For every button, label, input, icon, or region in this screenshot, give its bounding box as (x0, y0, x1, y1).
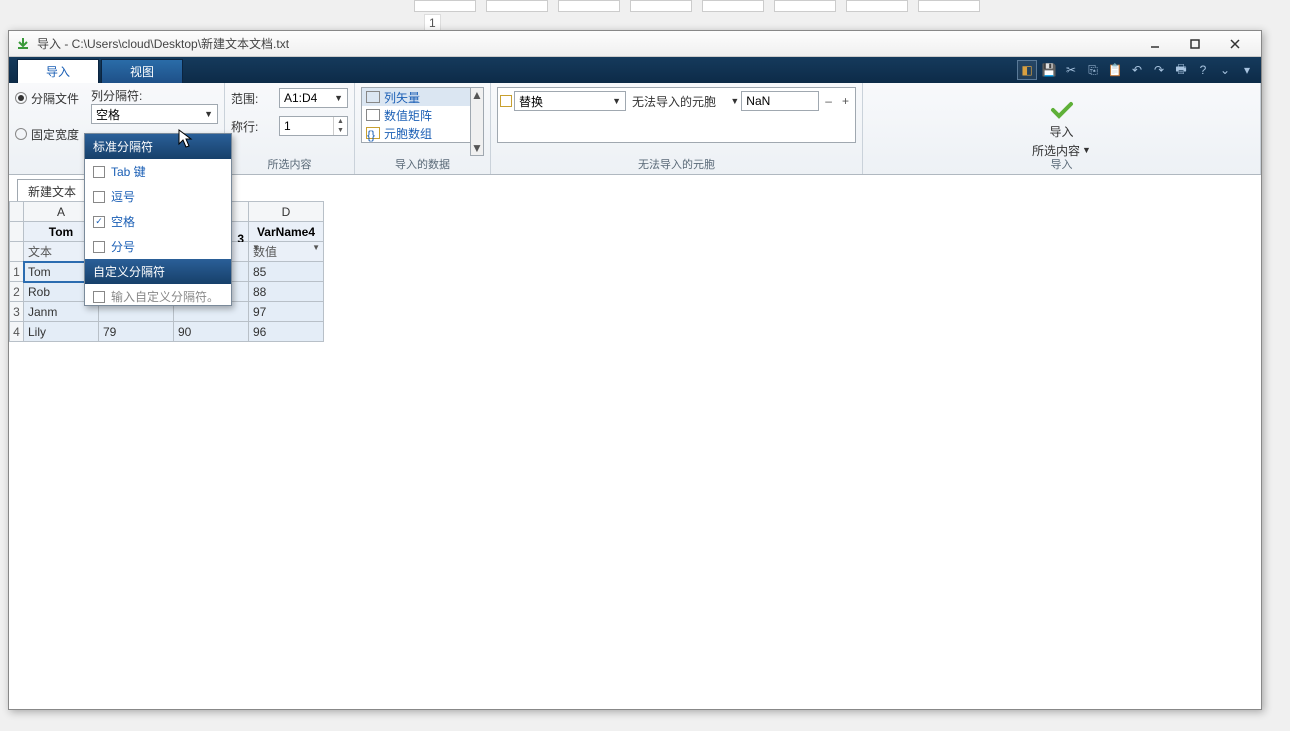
col-delim-label: 列分隔符: (91, 87, 218, 104)
chevron-down-icon[interactable]: ▼ (730, 96, 739, 106)
cell-D1[interactable]: 85 (249, 262, 324, 282)
checkbox-icon (93, 291, 105, 303)
delim-option-custom-check[interactable]: 输入自定义分隔符。 (85, 284, 231, 305)
ribbon-group-output-type: 列矢量 数值矩阵 {}元胞数组 ▲▼ 导入的数据 (355, 83, 491, 174)
tab-import[interactable]: 导入 (17, 59, 99, 83)
numeric-matrix-icon (366, 109, 380, 121)
group-label-output: 导入的数据 (355, 156, 490, 172)
paste-icon[interactable]: 📋 (1105, 60, 1125, 80)
row-header-3[interactable]: 3 (10, 302, 24, 322)
output-type-cell-array[interactable]: {}元胞数组 (362, 124, 483, 142)
output-type-numeric-matrix[interactable]: 数值矩阵 (362, 106, 483, 124)
tab-view[interactable]: 视图 (101, 59, 183, 83)
delimiter-dropdown-menu: 标准分隔符 Tab 键 逗号 ✓空格 分号 自定义分隔符 输入自定义分隔符。 (84, 133, 232, 306)
col-delim-value: 空格 (96, 106, 120, 123)
type-D[interactable]: ▼数值▼ (249, 242, 324, 262)
chevron-down-icon: ▼ (1082, 145, 1091, 155)
rule-icon (500, 95, 512, 107)
titlebar: 导入 - C:\Users\cloud\Desktop\新建文本文档.txt (9, 31, 1261, 57)
cell-D3[interactable]: 97 (249, 302, 324, 322)
namerow-label: 称行: (231, 118, 271, 135)
checkbox-icon (93, 241, 105, 253)
rule-remove-button[interactable]: – (821, 94, 836, 108)
qat-icon-1[interactable]: ◧ (1017, 60, 1037, 80)
output-type-list[interactable]: 列矢量 数值矩阵 {}元胞数组 (361, 87, 484, 143)
delim-option-semicolon[interactable]: 分号 (85, 234, 231, 259)
window-title: 导入 - C:\Users\cloud\Desktop\新建文本文档.txt (37, 35, 289, 52)
radio-fixedwidth-label: 固定宽度 (31, 126, 79, 143)
rule-add-button[interactable]: + (838, 94, 853, 108)
import-button[interactable]: 导入 所选内容▼ (1032, 99, 1091, 159)
output-type-scrollbar[interactable]: ▲▼ (470, 87, 484, 156)
chevron-down-icon: ▼ (204, 109, 213, 119)
cell-B4[interactable]: 79 (99, 322, 174, 342)
cell-A4[interactable]: Lily (24, 322, 99, 342)
checkbox-icon: ✓ (93, 216, 105, 228)
varname-D[interactable]: VarName4 (249, 222, 324, 242)
close-button[interactable] (1215, 32, 1255, 56)
group-label-selection: 所选内容 (225, 156, 354, 172)
check-icon (1048, 99, 1076, 121)
save-icon[interactable]: 💾 (1039, 60, 1059, 80)
import-window: 导入 - C:\Users\cloud\Desktop\新建文本文档.txt 导… (8, 30, 1262, 710)
cut-icon[interactable]: ✂ (1061, 60, 1081, 80)
import-icon (15, 36, 31, 52)
radio-delimited[interactable] (15, 92, 27, 104)
row-header-4[interactable]: 4 (10, 322, 24, 342)
group-label-unimportable: 无法导入的元胞 (491, 156, 862, 172)
rule-value-input[interactable]: NaN (741, 91, 819, 111)
radio-delimited-label: 分隔文件 (31, 90, 79, 107)
grid-corner (10, 202, 24, 222)
minimize-ribbon-icon[interactable]: ⌄ (1215, 60, 1235, 80)
cell-array-icon: {} (366, 127, 380, 139)
col-delim-dropdown[interactable]: 空格 ▼ (91, 104, 218, 124)
row-header-1[interactable]: 1 (10, 262, 24, 282)
print-icon[interactable]: 🖶 (1171, 60, 1191, 80)
delim-option-comma[interactable]: 逗号 (85, 184, 231, 209)
col-header-D[interactable]: D (249, 202, 324, 222)
rule-action-dropdown[interactable]: 替换▼ (514, 91, 626, 111)
radio-fixedwidth[interactable] (15, 128, 27, 140)
dock-icon[interactable]: ▾ (1237, 60, 1257, 80)
row-header-2[interactable]: 2 (10, 282, 24, 302)
checkbox-icon (93, 191, 105, 203)
redo-icon[interactable]: ↷ (1149, 60, 1169, 80)
namerow-input[interactable]: 1 ▲▼ (279, 116, 348, 136)
ribbon-tabstrip: 导入 视图 ◧ 💾 ✂ ⎘ 📋 ↶ ↷ 🖶 ? ⌄ ▾ (9, 57, 1261, 83)
cell-C4[interactable]: 90 (174, 322, 249, 342)
ribbon-group-selection: 范围: A1:D4▼ 称行: 1 ▲▼ 所选内容 (225, 83, 355, 174)
chevron-down-icon: ▼ (334, 93, 343, 103)
undo-icon[interactable]: ↶ (1127, 60, 1147, 80)
range-label: 范围: (231, 90, 271, 107)
dropdown-header-custom: 自定义分隔符 (85, 259, 231, 284)
delim-option-space[interactable]: ✓空格 (85, 209, 231, 234)
group-label-import: 导入 (863, 156, 1260, 172)
spinner-buttons[interactable]: ▲▼ (333, 117, 347, 135)
cell-D2[interactable]: 88 (249, 282, 324, 302)
cell-D4[interactable]: 96 (249, 322, 324, 342)
help-icon[interactable]: ? (1193, 60, 1213, 80)
column-vectors-icon (366, 91, 380, 103)
range-input[interactable]: A1:D4▼ (279, 88, 348, 108)
dropdown-header-standard: 标准分隔符 (85, 134, 231, 159)
minimize-button[interactable] (1135, 32, 1175, 56)
output-type-column-vectors[interactable]: 列矢量 (362, 88, 483, 106)
copy-icon[interactable]: ⎘ (1083, 60, 1103, 80)
maximize-button[interactable] (1175, 32, 1215, 56)
delim-option-tab[interactable]: Tab 键 (85, 159, 231, 184)
ribbon-group-import: 导入 所选内容▼ 导入 (863, 83, 1261, 174)
background-tabs (414, 0, 980, 12)
checkbox-icon (93, 166, 105, 178)
ribbon-group-unimportable: 替换▼ 无法导入的元胞 ▼ NaN – + 无法导入的元胞 (491, 83, 863, 174)
rule-text: 无法导入的元胞 (628, 93, 720, 110)
file-tab[interactable]: 新建文本 (17, 179, 87, 203)
